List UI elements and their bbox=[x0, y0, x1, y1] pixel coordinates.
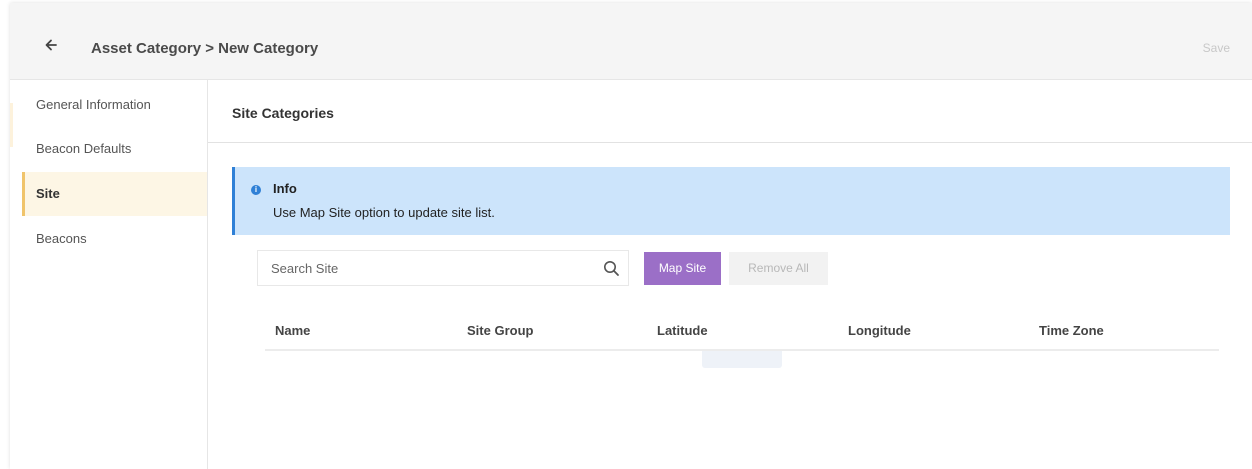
column-header-longitude[interactable]: Longitude bbox=[848, 323, 911, 338]
column-header-site-group[interactable]: Site Group bbox=[467, 323, 533, 338]
save-button[interactable]: Save bbox=[1203, 41, 1230, 55]
info-alert: i Info Use Map Site option to update sit… bbox=[232, 167, 1230, 235]
arrow-left-icon[interactable] bbox=[44, 38, 58, 52]
info-message: Use Map Site option to update site list. bbox=[273, 205, 495, 220]
column-header-time-zone[interactable]: Time Zone bbox=[1039, 323, 1104, 338]
remove-all-button[interactable]: Remove All bbox=[729, 252, 828, 285]
column-header-name[interactable]: Name bbox=[275, 323, 310, 338]
sidebar-item-site[interactable]: Site bbox=[22, 172, 207, 216]
info-title: Info bbox=[273, 181, 297, 196]
sidebar-item-beacon-defaults[interactable]: Beacon Defaults bbox=[22, 127, 207, 171]
section-header: Site Categories bbox=[208, 80, 1252, 143]
left-edge-accent bbox=[10, 103, 13, 147]
sidebar-item-general-information[interactable]: General Information bbox=[22, 83, 207, 127]
app-window: Asset Category > New Category Save Gener… bbox=[10, 3, 1252, 469]
search-input[interactable] bbox=[258, 251, 588, 285]
table-header: Name Site Group Latitude Longitude Time … bbox=[265, 313, 1219, 351]
search-icon[interactable] bbox=[603, 260, 620, 277]
sidebar: General Information Beacon Defaults Site… bbox=[22, 80, 208, 469]
breadcrumb: Asset Category > New Category bbox=[91, 40, 319, 57]
map-site-button[interactable]: Map Site bbox=[644, 252, 721, 285]
loading-indicator bbox=[702, 351, 782, 368]
column-header-latitude[interactable]: Latitude bbox=[657, 323, 708, 338]
search-box bbox=[257, 250, 629, 286]
sidebar-item-beacons[interactable]: Beacons bbox=[22, 217, 207, 261]
section-title: Site Categories bbox=[232, 105, 334, 121]
info-icon: i bbox=[251, 185, 261, 195]
main-content: Site Categories i Info Use Map Site opti… bbox=[208, 80, 1252, 469]
page-header: Asset Category > New Category Save bbox=[10, 3, 1252, 80]
